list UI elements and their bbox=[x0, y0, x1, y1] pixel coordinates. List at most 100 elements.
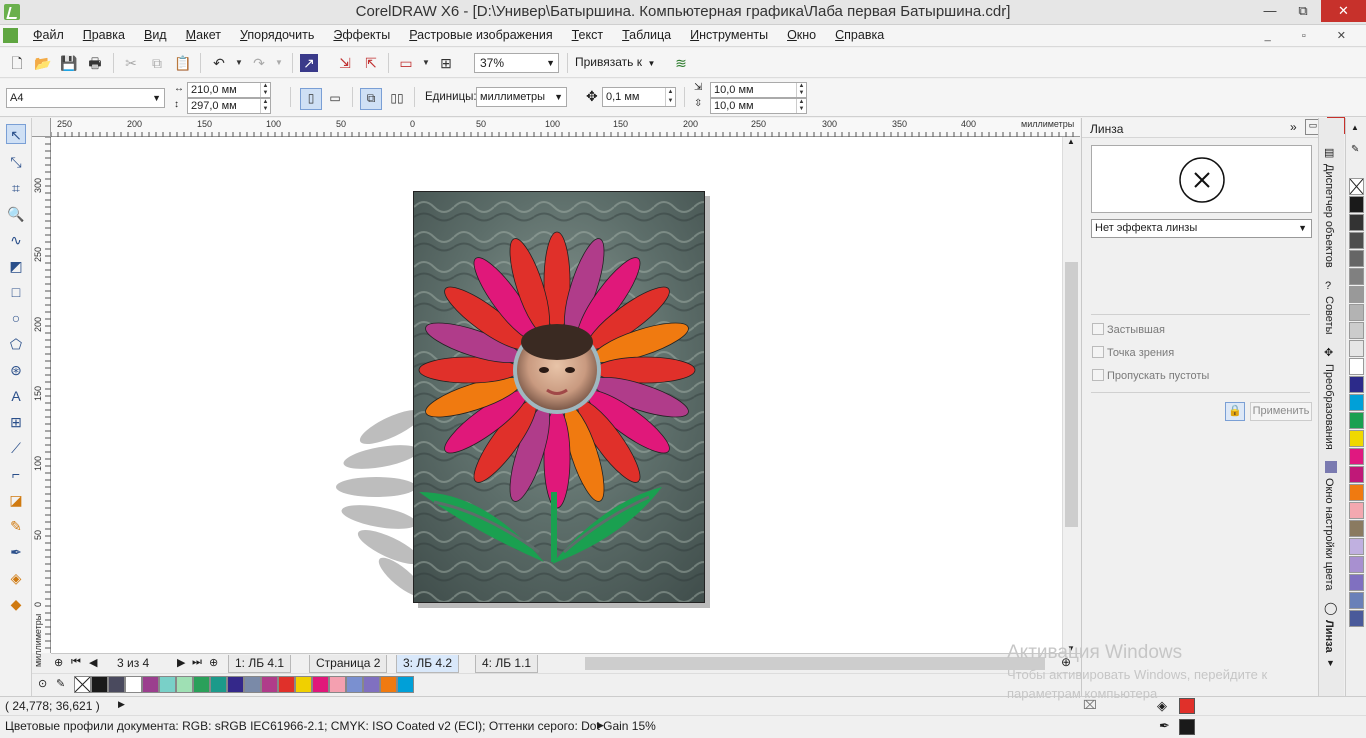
outline-color-indicator[interactable] bbox=[1179, 719, 1195, 735]
color-swatch[interactable] bbox=[125, 676, 142, 693]
color-swatch[interactable] bbox=[380, 676, 397, 693]
color-swatch[interactable] bbox=[1349, 268, 1364, 285]
expand-arrow-icon[interactable]: ▶ bbox=[118, 699, 125, 710]
text-tool-icon[interactable]: A bbox=[6, 386, 26, 406]
search-content-icon[interactable]: ↗ bbox=[300, 54, 318, 72]
next-page-icon[interactable]: ▶ bbox=[177, 656, 185, 669]
frozen-checkbox[interactable] bbox=[1092, 323, 1104, 335]
color-swatch[interactable] bbox=[1349, 466, 1364, 483]
save-icon[interactable]: 💾 bbox=[60, 54, 78, 72]
pick-tool-icon[interactable]: ↖ bbox=[6, 124, 26, 144]
cut-icon[interactable]: ✂ bbox=[122, 54, 140, 72]
redo-icon[interactable]: ↷ bbox=[250, 54, 268, 72]
apply-button[interactable]: Применить bbox=[1250, 402, 1312, 421]
palette-eyedropper-icon[interactable]: ✎ bbox=[1351, 144, 1359, 155]
color-swatch[interactable] bbox=[1349, 610, 1364, 627]
expand-arrow-icon[interactable]: ▶ bbox=[597, 720, 604, 731]
eyedropper-icon[interactable]: ✎ bbox=[56, 677, 65, 690]
redo-dropdown-icon[interactable]: ▼ bbox=[270, 54, 288, 72]
color-swatch[interactable] bbox=[227, 676, 244, 693]
zoom-tool-icon[interactable]: 🔍 bbox=[6, 204, 26, 224]
color-swatch[interactable] bbox=[1349, 484, 1364, 501]
rectangle-tool-icon[interactable]: □ bbox=[6, 282, 26, 302]
color-swatch[interactable] bbox=[1349, 322, 1364, 339]
table-tool-icon[interactable]: ⊞ bbox=[6, 412, 26, 432]
fill-color-indicator[interactable] bbox=[1179, 698, 1195, 714]
options-icon[interactable]: ≋ bbox=[672, 54, 690, 72]
tab-transformations[interactable]: Преобразования bbox=[1323, 364, 1335, 450]
color-swatch[interactable] bbox=[1349, 448, 1364, 465]
shape-tool-icon[interactable]: ⤡ bbox=[6, 152, 26, 172]
color-swatch[interactable] bbox=[1349, 592, 1364, 609]
page-tab[interactable]: 3: ЛБ 4.2 bbox=[396, 655, 460, 673]
outline-tool-icon[interactable]: ✒ bbox=[6, 542, 26, 562]
smart-fill-tool-icon[interactable]: ◩ bbox=[6, 256, 26, 276]
connector-tool-icon[interactable]: ⌐ bbox=[6, 464, 26, 484]
menu-item[interactable]: Вид bbox=[144, 28, 167, 42]
vertical-ruler[interactable]: 300 250 200 150 100 50 0 миллиметры bbox=[32, 137, 51, 667]
color-swatch[interactable] bbox=[397, 676, 414, 693]
freehand-tool-icon[interactable]: ∿ bbox=[6, 230, 26, 250]
color-swatch[interactable] bbox=[210, 676, 227, 693]
ruler-origin[interactable] bbox=[32, 118, 51, 137]
color-swatch[interactable] bbox=[1349, 556, 1364, 573]
color-swatch[interactable] bbox=[1349, 574, 1364, 591]
menu-item[interactable]: Правка bbox=[83, 28, 125, 42]
menu-item[interactable]: Текст bbox=[572, 28, 603, 42]
height-spinner[interactable]: ▲ ▼ bbox=[260, 99, 270, 113]
menu-item[interactable]: Эффекты bbox=[333, 28, 390, 42]
undo-icon[interactable]: ↶ bbox=[210, 54, 228, 72]
document-menu-icon[interactable] bbox=[3, 28, 18, 43]
color-swatch[interactable] bbox=[159, 676, 176, 693]
scroll-up-icon[interactable]: ▲ bbox=[1067, 137, 1075, 146]
color-swatch[interactable] bbox=[1349, 502, 1364, 519]
import-icon[interactable]: ⇲ bbox=[336, 54, 354, 72]
color-swatch[interactable] bbox=[1349, 520, 1364, 537]
palette-scroll-icon[interactable]: ⊙ bbox=[38, 677, 47, 690]
application-launcher-icon[interactable]: ▭ bbox=[397, 54, 415, 72]
dimension-tool-icon[interactable]: ⟋ bbox=[6, 438, 26, 458]
horizontal-ruler[interactable]: 250 200 150 100 50 0 50 100 150 200 250 300 350 400 м… bbox=[51, 118, 1080, 137]
interactive-effects-tool-icon[interactable]: ◪ bbox=[6, 490, 26, 510]
vertical-scrollbar-thumb[interactable] bbox=[1065, 262, 1078, 527]
color-swatch[interactable] bbox=[1349, 286, 1364, 303]
menu-item[interactable]: Инструменты bbox=[690, 28, 768, 42]
interactive-fill-tool-icon[interactable]: ◆ bbox=[6, 594, 26, 614]
color-swatch[interactable] bbox=[1349, 412, 1364, 429]
menu-item[interactable]: Макет bbox=[186, 28, 221, 42]
page-height-field[interactable]: 297,0 мм ▲ ▼ bbox=[187, 98, 271, 114]
basic-shapes-tool-icon[interactable]: ⊛ bbox=[6, 360, 26, 380]
nudge-distance-field[interactable]: 0,1 мм ▲ ▼ bbox=[602, 87, 676, 107]
docker-collapse-icon[interactable]: » bbox=[1290, 120, 1297, 134]
color-swatch[interactable] bbox=[193, 676, 210, 693]
paste-icon[interactable]: 📋 bbox=[174, 54, 192, 72]
tab-lens[interactable]: Линза bbox=[1323, 620, 1335, 653]
minimize-icon[interactable]: — bbox=[1255, 0, 1285, 22]
color-swatch[interactable] bbox=[108, 676, 125, 693]
export-icon[interactable]: ⇱ bbox=[362, 54, 380, 72]
eyedropper-tool-icon[interactable]: ✎ bbox=[6, 516, 26, 536]
add-page-after-icon[interactable]: ⊕ bbox=[209, 656, 218, 669]
tab-color-docker[interactable]: Окно настройки цвета bbox=[1323, 478, 1335, 591]
color-swatch[interactable] bbox=[312, 676, 329, 693]
fill-tool-icon[interactable]: ◈ bbox=[6, 568, 26, 588]
color-swatch[interactable] bbox=[278, 676, 295, 693]
maximize-icon[interactable]: ⧉ bbox=[1288, 0, 1318, 22]
color-swatch[interactable] bbox=[1349, 214, 1364, 231]
duplicate-y-spinner[interactable]: ▲ ▼ bbox=[796, 99, 806, 113]
ellipse-tool-icon[interactable]: ○ bbox=[6, 308, 26, 328]
color-swatch[interactable] bbox=[329, 676, 346, 693]
menu-item[interactable]: Растровые изображения bbox=[409, 28, 552, 42]
color-swatch[interactable] bbox=[1349, 304, 1364, 321]
first-page-icon[interactable]: ⏮ bbox=[71, 656, 81, 669]
last-page-icon[interactable]: ⏭ bbox=[192, 656, 202, 669]
tab-object-manager[interactable]: Диспетчер объектов bbox=[1323, 164, 1335, 268]
polygon-tool-icon[interactable]: ⬠ bbox=[6, 334, 26, 354]
document-page[interactable] bbox=[413, 191, 705, 603]
lock-icon[interactable]: 🔒 bbox=[1225, 402, 1245, 421]
open-icon[interactable]: 📂 bbox=[34, 54, 52, 72]
color-swatch[interactable] bbox=[295, 676, 312, 693]
copy-icon[interactable]: ⧉ bbox=[148, 54, 166, 72]
page-tab[interactable]: Страница 2 bbox=[309, 655, 388, 673]
print-icon[interactable]: 🖶 bbox=[86, 54, 104, 72]
